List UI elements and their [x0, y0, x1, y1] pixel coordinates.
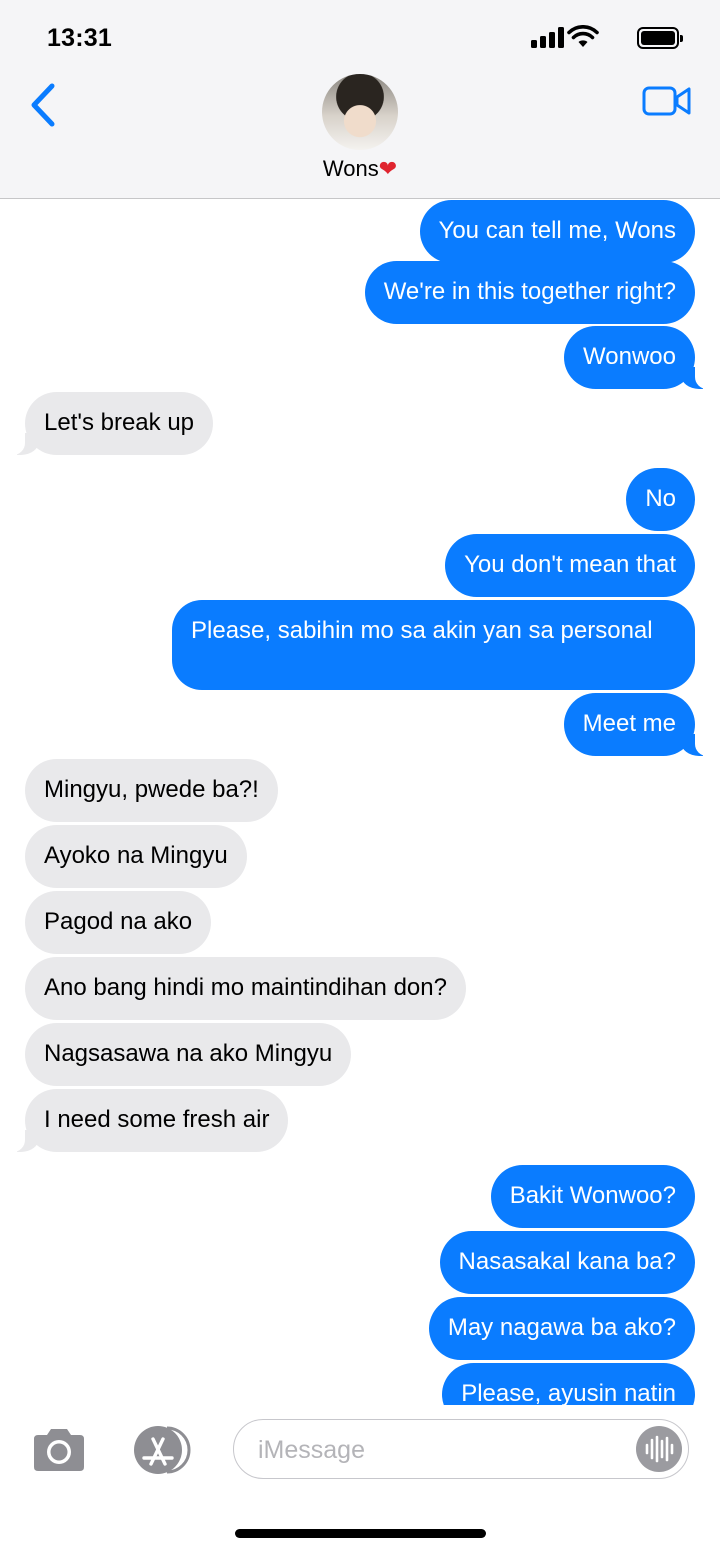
home-indicator[interactable]: [235, 1529, 486, 1538]
contact-name-text: Wons: [322, 156, 379, 181]
wifi-icon: [567, 25, 599, 47]
message-bubble-incoming[interactable]: Ayoko na Mingyu: [25, 825, 247, 888]
message-bubble-incoming[interactable]: Mingyu, pwede ba?!: [25, 759, 278, 822]
battery-icon: [637, 27, 683, 49]
status-indicators: [527, 25, 687, 50]
message-bubble-incoming[interactable]: I need some fresh air: [2, 1089, 289, 1152]
message-bubble-outgoing[interactable]: Please, ayusin natin: [442, 1363, 695, 1405]
status-time: 13:31: [47, 24, 112, 52]
message-input[interactable]: [256, 1434, 620, 1466]
message-bubble-outgoing[interactable]: You don't mean that: [445, 534, 695, 597]
message-bubble-incoming[interactable]: Ano bang hindi mo maintindihan don?: [25, 957, 466, 1020]
cellular-signal-icon: [531, 26, 565, 48]
heart-emoji-icon: ❤: [378, 156, 398, 181]
message-bubble-outgoing[interactable]: Please, sabihin mo sa akin yan sa person…: [172, 600, 695, 690]
message-bubble-incoming[interactable]: Nagsasawa na ako Mingyu: [25, 1023, 352, 1086]
waveform-icon: [645, 1435, 674, 1463]
app-store-icon[interactable]: [127, 1425, 195, 1475]
contact-name[interactable]: Wons❤: [0, 156, 720, 182]
message-bubble-outgoing[interactable]: Meet me: [563, 693, 718, 756]
conversation-header: 13:31 Wons❤: [0, 0, 720, 199]
message-bubble-incoming[interactable]: Pagod na ako: [25, 891, 212, 954]
message-bubble-outgoing[interactable]: We're in this together right?: [364, 261, 695, 324]
contact-avatar[interactable]: [322, 74, 398, 150]
audio-message-button[interactable]: [636, 1426, 682, 1472]
message-bubble-outgoing[interactable]: Wonwoo: [564, 326, 717, 389]
message-bubble-outgoing[interactable]: Nasasakal kana ba?: [439, 1231, 695, 1294]
message-thread[interactable]: You can tell me, Wons We're in this toge…: [0, 199, 720, 1405]
back-chevron-icon[interactable]: [28, 82, 60, 128]
video-call-icon[interactable]: [642, 84, 692, 118]
message-bubble-incoming[interactable]: Let's break up: [2, 392, 214, 455]
message-bubble-outgoing[interactable]: May nagawa ba ako?: [428, 1297, 695, 1360]
camera-icon[interactable]: [30, 1427, 88, 1473]
message-input-field[interactable]: [233, 1419, 689, 1479]
message-bubble-outgoing[interactable]: Bakit Wonwoo?: [490, 1165, 695, 1228]
message-bubble-outgoing[interactable]: No: [626, 468, 695, 531]
message-bubble-outgoing[interactable]: You can tell me, Wons: [419, 200, 695, 263]
